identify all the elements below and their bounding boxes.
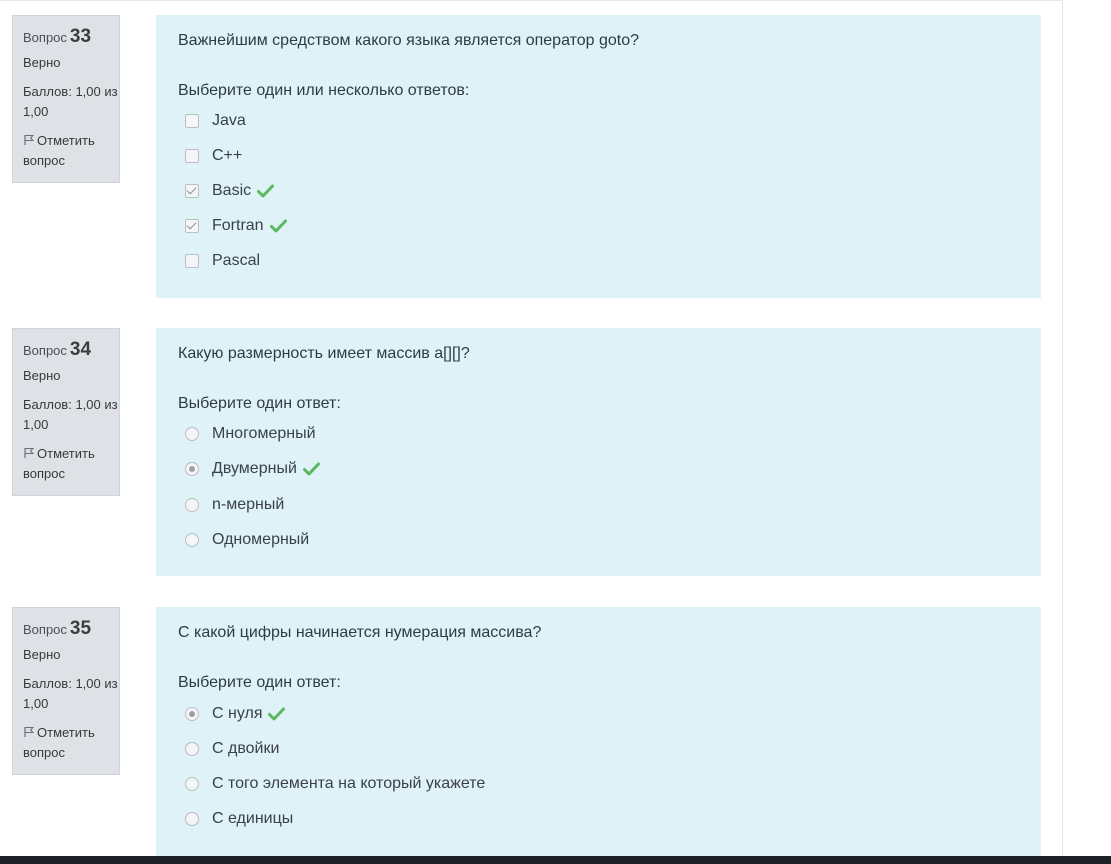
flag-icon	[24, 727, 35, 737]
grade-line-2: 1,00	[23, 696, 49, 711]
question-number-value: 33	[69, 26, 92, 47]
answer-label: С двойки	[212, 740, 280, 757]
grade-line-2: 1,00	[23, 417, 49, 432]
correct-check-icon	[268, 707, 286, 721]
flag-question-link[interactable]: Отметить вопрос	[23, 723, 119, 771]
answer-radio[interactable]	[185, 812, 199, 826]
answer-option[interactable]: n-мерный	[185, 494, 284, 516]
answer-prompt: Выберите один ответ:	[178, 674, 341, 691]
bottom-taskbar-strip	[0, 856, 1111, 864]
question-number: Вопрос 34	[23, 337, 119, 363]
question-content: Важнейшим средством какого языка являетс…	[156, 15, 1041, 298]
answer-option[interactable]: Basic	[185, 180, 275, 202]
answer-radio[interactable]	[185, 462, 199, 476]
answer-label: С того элемента на который укажете	[212, 775, 486, 792]
answer-label: C++	[212, 147, 243, 164]
answer-checkbox[interactable]	[185, 219, 199, 233]
answer-label: С единицы	[212, 810, 294, 827]
grade-line-1: Баллов: 1,00 из	[23, 397, 118, 412]
answer-radio[interactable]	[185, 533, 199, 547]
answer-checkbox[interactable]	[185, 184, 199, 198]
answer-option[interactable]: Двумерный	[185, 458, 320, 480]
answer-label: Pascal	[212, 252, 261, 269]
answer-prompt: Выберите один или несколько ответов:	[178, 82, 470, 99]
flag-label-line-1: Отметить	[37, 725, 95, 740]
question-grade: Баллов: 1,00 из 1,00	[23, 82, 119, 122]
flag-label-line-1: Отметить	[37, 133, 95, 148]
flag-icon	[24, 135, 35, 145]
question-35: Вопрос 35 Верно Баллов: 1,00 из 1,00 Отме…	[0, 607, 1062, 856]
question-grade: Баллов: 1,00 из 1,00	[23, 395, 119, 435]
question-number: Вопрос 33	[23, 24, 119, 50]
answer-option[interactable]: С двойки	[185, 738, 279, 760]
question-content: С какой цифры начинается нумерация масси…	[156, 607, 1041, 856]
answer-radio[interactable]	[185, 427, 199, 441]
question-number-value: 34	[69, 339, 92, 360]
answer-label: n-мерный	[212, 496, 285, 513]
answer-option[interactable]: Java	[185, 110, 246, 132]
answer-label: Двумерный	[212, 460, 297, 477]
answer-checkbox[interactable]	[185, 114, 199, 128]
answer-option[interactable]: С единицы	[185, 808, 293, 830]
top-divider	[0, 0, 1062, 1]
grade-line-1: Баллов: 1,00 из	[23, 676, 118, 691]
question-number-word: Вопрос	[23, 30, 67, 45]
correct-check-icon	[269, 219, 287, 233]
answer-radio[interactable]	[185, 742, 199, 756]
answer-label: Fortran	[212, 217, 264, 234]
answer-option[interactable]: С нуля	[185, 703, 286, 725]
answer-label: Java	[212, 112, 246, 129]
question-33: Вопрос 33 Верно Баллов: 1,00 из 1,00 Отме…	[0, 15, 1062, 298]
grade-line-2: 1,00	[23, 104, 49, 119]
answer-radio[interactable]	[185, 498, 199, 512]
question-info-panel: Вопрос 33 Верно Баллов: 1,00 из 1,00 Отме…	[12, 15, 120, 183]
answer-checkbox[interactable]	[185, 254, 199, 268]
answer-option[interactable]: Многомерный	[185, 423, 316, 445]
answer-prompt: Выберите один ответ:	[178, 395, 341, 412]
answer-option[interactable]: С того элемента на который укажете	[185, 773, 485, 795]
question-text: Какую размерность имеет массив a[][]?	[178, 345, 470, 362]
answer-radio[interactable]	[185, 777, 199, 791]
flag-label-line-2: вопрос	[23, 466, 65, 481]
question-state: Верно	[23, 368, 61, 383]
answer-radio[interactable]	[185, 707, 199, 721]
question-number-word: Вопрос	[23, 622, 67, 637]
flag-question-link[interactable]: Отметить вопрос	[23, 444, 119, 492]
correct-check-icon	[302, 462, 320, 476]
question-34: Вопрос 34 Верно Баллов: 1,00 из 1,00 Отме…	[0, 328, 1062, 576]
flag-label-line-2: вопрос	[23, 745, 65, 760]
flag-question-link[interactable]: Отметить вопрос	[23, 131, 119, 179]
answer-checkbox[interactable]	[185, 149, 199, 163]
question-content: Какую размерность имеет массив a[][]? Вы…	[156, 328, 1041, 576]
answer-label: Одномерный	[212, 531, 310, 548]
flag-icon	[24, 448, 35, 458]
flag-label-line-1: Отметить	[37, 446, 95, 461]
question-text: С какой цифры начинается нумерация масси…	[178, 624, 542, 641]
answer-label: Многомерный	[212, 425, 316, 442]
question-state: Верно	[23, 55, 61, 70]
question-text: Важнейшим средством какого языка являетс…	[178, 32, 640, 49]
question-state: Верно	[23, 647, 61, 662]
grade-line-1: Баллов: 1,00 из	[23, 84, 118, 99]
flag-label-line-2: вопрос	[23, 153, 65, 168]
question-number-word: Вопрос	[23, 343, 67, 358]
answer-option[interactable]: Pascal	[185, 250, 260, 272]
answer-label: Basic	[212, 182, 252, 199]
question-number-value: 35	[69, 618, 92, 639]
question-number: Вопрос 35	[23, 616, 119, 642]
answer-option[interactable]: C++	[185, 145, 242, 167]
correct-check-icon	[257, 184, 275, 198]
question-grade: Баллов: 1,00 из 1,00	[23, 674, 119, 714]
quiz-review-page: Вопрос 33 Верно Баллов: 1,00 из 1,00 Отме…	[0, 0, 1111, 864]
answer-option[interactable]: Одномерный	[185, 529, 309, 551]
answer-option[interactable]: Fortran	[185, 215, 287, 237]
question-info-panel: Вопрос 35 Верно Баллов: 1,00 из 1,00 Отме…	[12, 607, 120, 775]
sidebar-divider	[1062, 0, 1063, 856]
question-info-panel: Вопрос 34 Верно Баллов: 1,00 из 1,00 Отме…	[12, 328, 120, 496]
answer-label: С нуля	[212, 705, 263, 722]
